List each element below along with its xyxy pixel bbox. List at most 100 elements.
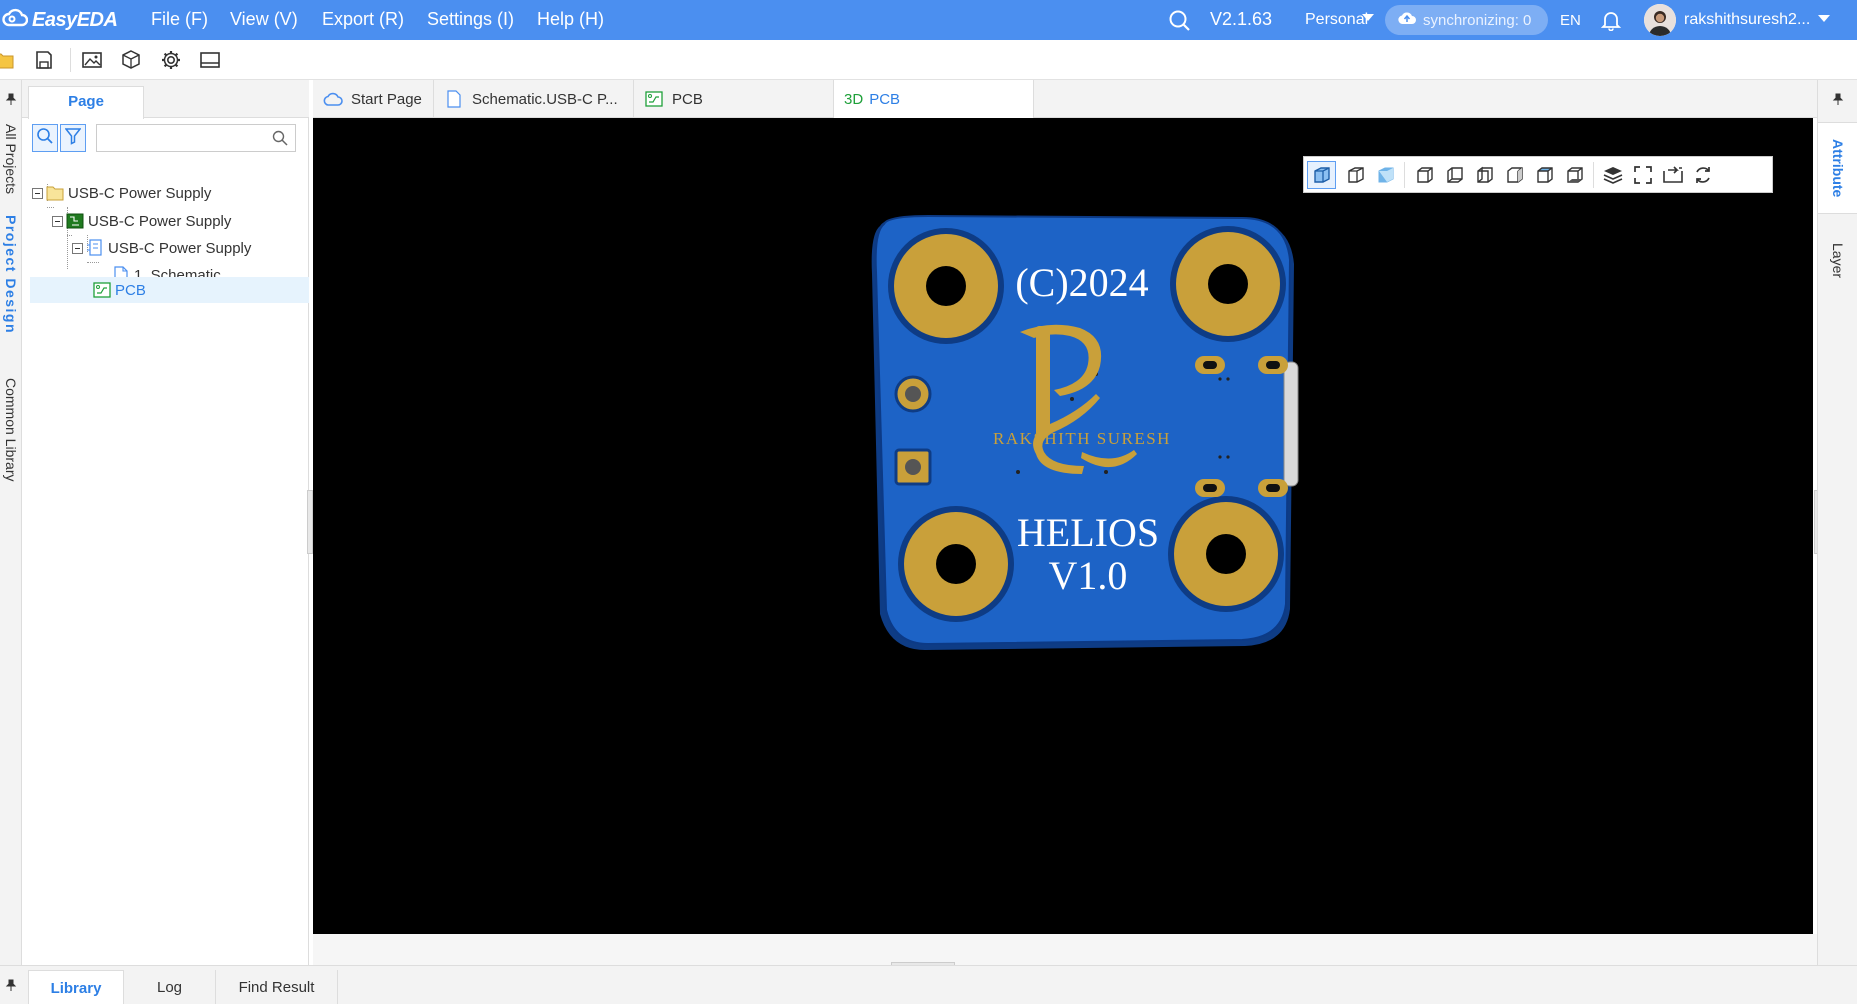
mounting-pad [898, 506, 1014, 622]
search-icon[interactable] [272, 130, 288, 146]
document-icon [444, 89, 464, 109]
cloud-icon [323, 89, 343, 109]
tab-pcb[interactable]: PCB [634, 80, 834, 118]
username[interactable]: rakshithsuresh2... [1684, 11, 1810, 29]
tab-log[interactable]: Log [124, 970, 216, 1004]
tree-item-label: USB-C Power Supply [108, 239, 252, 257]
caret-down-icon[interactable] [1818, 15, 1830, 22]
pin-icon[interactable] [5, 978, 17, 991]
component-export-icon[interactable] [119, 48, 143, 72]
gear-icon[interactable] [159, 48, 183, 72]
wireframe-view-icon[interactable] [1341, 161, 1370, 189]
view-top-icon[interactable] [1530, 161, 1559, 189]
tab-find-result[interactable]: Find Result [216, 970, 338, 1004]
search-icon[interactable] [1168, 9, 1192, 33]
usb-c-connector [1283, 361, 1299, 487]
plan-selector[interactable]: Personal [1305, 11, 1368, 29]
menu-export[interactable]: Export (R) [322, 9, 404, 30]
left-tab-strip: All Projects Project Design Common Libra… [0, 80, 22, 965]
collapse-toggle-icon[interactable] [32, 187, 43, 199]
menu-file[interactable]: File (F) [151, 9, 208, 30]
tab-label: PCB [672, 90, 703, 108]
tab-project-design[interactable]: Project Design [0, 212, 22, 337]
pcb-3d-model[interactable]: (C)2024 RAKSHITH SURESH HELIOS V1.0 [850, 214, 1320, 654]
usb-slot-pad [1195, 479, 1225, 497]
export-view-icon[interactable] [1658, 161, 1687, 189]
tab-page[interactable]: Page [28, 86, 144, 119]
search-icon [36, 127, 54, 150]
panel-tab-bar: Page [22, 80, 309, 119]
view-left-icon[interactable] [1470, 161, 1499, 189]
tab-all-projects[interactable]: All Projects [0, 114, 22, 204]
pin-icon[interactable] [5, 92, 17, 105]
sync-status-button[interactable]: synchronizing: 0 [1385, 5, 1548, 35]
image-icon[interactable] [80, 48, 104, 72]
cloud-logo-icon [2, 8, 29, 33]
view-bottom-icon[interactable] [1560, 161, 1589, 189]
collapse-toggle-icon[interactable] [72, 242, 83, 254]
layers-icon[interactable] [1598, 161, 1627, 189]
refresh-icon[interactable] [1688, 161, 1717, 189]
tab-common-library[interactable]: Common Library [0, 370, 22, 490]
save-icon[interactable] [32, 48, 56, 72]
tab-start-page[interactable]: Start Page [313, 80, 434, 118]
filter-icon [64, 127, 82, 150]
menu-view[interactable]: View (V) [230, 9, 298, 30]
through-hole-pad [894, 375, 932, 413]
project-panel: Page USB-C Power Supply USB-C Power Supp… [22, 80, 309, 965]
pin-icon[interactable] [1832, 92, 1844, 105]
tab-3d-pcb[interactable]: 3D PCB [834, 80, 1034, 118]
tab-schematic[interactable]: Schematic.USB-C P... [434, 80, 634, 118]
tree-item-pcb[interactable]: PCB [30, 277, 309, 303]
pcb-brand-text: RAKSHITH SURESH [993, 429, 1171, 448]
search-button[interactable] [32, 124, 58, 152]
folder-icon[interactable] [0, 48, 16, 72]
tab-label: Schematic.USB-C P... [472, 90, 618, 108]
menu-bar: EasyEDA File (F) View (V) Export (R) Set… [0, 0, 1857, 40]
tree-item-project-folder[interactable]: USB-C Power Supply [32, 180, 302, 206]
tree-item-board[interactable]: USB-C Power Supply [52, 208, 302, 234]
collapse-toggle-icon[interactable] [52, 215, 63, 227]
menu-settings[interactable]: Settings (I) [427, 9, 514, 30]
3d-badge: 3D [844, 90, 864, 108]
tree-item-label: PCB [115, 281, 146, 299]
cloud-sync-icon [1397, 10, 1417, 31]
tree-item-schematic-set[interactable]: USB-C Power Supply [72, 235, 302, 261]
pcb-icon [93, 281, 111, 299]
mounting-pad [888, 228, 1004, 344]
main-toolbar [0, 40, 1857, 80]
avatar[interactable] [1644, 4, 1676, 36]
right-tab-strip: Attribute Layer [1817, 80, 1857, 965]
view-front-icon[interactable] [1410, 161, 1439, 189]
menu-help[interactable]: Help (H) [537, 9, 604, 30]
schematic-set-icon [86, 239, 104, 257]
tree-search-input[interactable] [96, 124, 296, 152]
bell-icon[interactable] [1600, 9, 1622, 32]
tab-label: Start Page [351, 90, 422, 108]
pcb-copyright-text: (C)2024 [1015, 260, 1148, 305]
tab-attribute[interactable]: Attribute [1818, 122, 1857, 214]
tab-layer[interactable]: Layer [1818, 220, 1857, 302]
pcb-title-text: HELIOS [1017, 510, 1159, 555]
sync-status-text: synchronizing: 0 [1423, 11, 1532, 29]
view-right-icon[interactable] [1500, 161, 1529, 189]
app-logo[interactable]: EasyEDA [2, 8, 118, 33]
filter-button[interactable] [60, 124, 86, 152]
3d-viewport[interactable]: (C)2024 RAKSHITH SURESH HELIOS V1.0 [313, 118, 1813, 934]
shaded-view-icon[interactable] [1371, 161, 1400, 189]
caret-down-icon[interactable] [1362, 14, 1374, 21]
board-icon [66, 212, 84, 230]
bottom-splitter [313, 934, 1817, 967]
version-label: V2.1.63 [1210, 9, 1273, 29]
language-selector[interactable]: EN [1560, 12, 1581, 29]
app-brand: EasyEDA [32, 8, 118, 31]
view-back-icon[interactable] [1440, 161, 1469, 189]
solid-view-icon[interactable] [1307, 161, 1336, 189]
panel-toggle-icon[interactable] [198, 48, 222, 72]
tab-library[interactable]: Library [28, 970, 124, 1004]
document-tab-bar: Start Page Schematic.USB-C P... PCB 3D P… [313, 80, 1817, 118]
square-pad [894, 448, 932, 486]
tab-label: PCB [869, 90, 901, 108]
usb-slot-pad [1258, 479, 1288, 497]
fullscreen-icon[interactable] [1628, 161, 1657, 189]
